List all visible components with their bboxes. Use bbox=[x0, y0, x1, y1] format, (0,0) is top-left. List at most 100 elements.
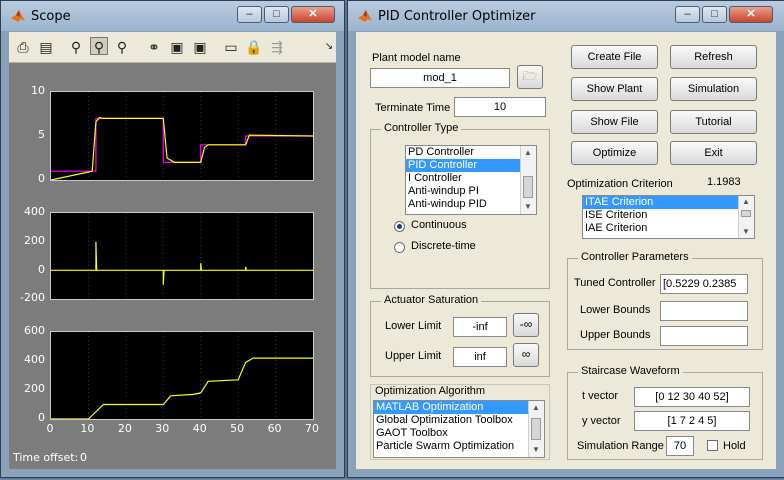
restore-axes-icon[interactable]: ▣ bbox=[191, 38, 209, 56]
upper-limit-inf-button[interactable]: ∞ bbox=[513, 343, 539, 367]
scroll-up-icon[interactable]: ▲ bbox=[531, 403, 541, 413]
lower-limit-input[interactable]: -inf bbox=[453, 317, 507, 337]
simulation-button[interactable]: Simulation bbox=[670, 77, 757, 101]
show-file-button[interactable]: Show File bbox=[571, 110, 658, 134]
x-tick: 30 bbox=[155, 422, 170, 435]
controller-type-list[interactable]: PD Controller PID Controller I Controlle… bbox=[405, 145, 537, 215]
scope-axes-2[interactable] bbox=[50, 212, 314, 300]
scroll-up-icon[interactable]: ▲ bbox=[523, 148, 533, 158]
maximize-button[interactable]: □ bbox=[264, 6, 289, 23]
menu-arrow-icon[interactable]: ↘ bbox=[320, 38, 338, 56]
scroll-down-icon[interactable]: ▼ bbox=[531, 445, 541, 455]
plant-model-input[interactable]: mod_1 bbox=[370, 68, 510, 88]
x-tick: 60 bbox=[267, 422, 282, 435]
continuous-label: Continuous bbox=[411, 219, 467, 231]
y-tick: 5 bbox=[38, 128, 45, 141]
series-line-0 bbox=[51, 241, 313, 285]
pid-titlebar[interactable]: PID Controller Optimizer – □ ✕ bbox=[348, 1, 784, 31]
list-item[interactable]: Anti-windup PI bbox=[406, 185, 536, 198]
refresh-button[interactable]: Refresh bbox=[670, 45, 757, 69]
terminate-time-input[interactable]: 10 bbox=[454, 97, 546, 117]
create-file-button[interactable]: Create File bbox=[571, 45, 658, 69]
upper-bounds-input[interactable] bbox=[660, 326, 748, 346]
y-tick: 0 bbox=[38, 172, 45, 185]
hold-checkbox[interactable] bbox=[707, 440, 718, 451]
tutorial-button[interactable]: Tutorial bbox=[670, 110, 757, 134]
list-item[interactable]: IAE Criterion bbox=[583, 222, 754, 235]
scroll-down-icon[interactable]: ▼ bbox=[741, 227, 751, 237]
x-tick: 50 bbox=[230, 422, 245, 435]
close-button[interactable]: ✕ bbox=[729, 6, 773, 23]
scrollbar[interactable]: ▲ ▼ bbox=[528, 401, 544, 457]
x-tick: 10 bbox=[80, 422, 95, 435]
list-item[interactable]: Global Optimization Toolbox bbox=[374, 414, 544, 427]
scroll-down-icon[interactable]: ▼ bbox=[523, 202, 533, 212]
show-plant-button[interactable]: Show Plant bbox=[571, 77, 658, 101]
exit-button[interactable]: Exit bbox=[670, 141, 757, 165]
save-axes-icon[interactable]: ▣ bbox=[168, 38, 186, 56]
series-line-0 bbox=[51, 117, 313, 172]
close-button[interactable]: ✕ bbox=[291, 6, 335, 23]
y-vector-input[interactable]: [1 7 2 4 5] bbox=[634, 411, 750, 431]
pid-title: PID Controller Optimizer bbox=[378, 9, 536, 24]
lock-icon[interactable]: 🔒 bbox=[245, 38, 263, 56]
zoom-y-icon[interactable]: ⚲ bbox=[113, 38, 131, 56]
list-item[interactable]: ITAE Criterion bbox=[583, 196, 754, 209]
scope-plot-3 bbox=[51, 332, 313, 420]
t-vector-label: t vector bbox=[582, 390, 619, 402]
scrollbar[interactable]: ▲ ▼ bbox=[738, 196, 754, 238]
binoculars-icon[interactable]: ⚭ bbox=[145, 38, 163, 56]
signal-selector-icon[interactable]: ⇶ bbox=[268, 38, 286, 56]
matlab-logo-icon bbox=[11, 10, 25, 22]
floating-scope-icon[interactable]: ▭ bbox=[222, 38, 240, 56]
algorithm-title: Optimization Algorithm bbox=[375, 385, 486, 397]
x-tick: 40 bbox=[192, 422, 207, 435]
criterion-list[interactable]: ITAE Criterion ISE Criterion IAE Criteri… bbox=[582, 195, 755, 239]
scroll-up-icon[interactable]: ▲ bbox=[741, 197, 751, 207]
scroll-thumb[interactable] bbox=[531, 418, 541, 440]
list-item[interactable]: I Controller bbox=[406, 172, 536, 185]
maximize-button[interactable]: □ bbox=[702, 6, 727, 23]
open-folder-button[interactable]: 🗁 bbox=[517, 65, 543, 89]
list-item[interactable]: PID Controller bbox=[406, 159, 536, 172]
discrete-radio[interactable] bbox=[394, 242, 405, 253]
scroll-thumb[interactable] bbox=[741, 210, 751, 217]
simulation-range-label: Simulation Range bbox=[577, 440, 664, 452]
list-item[interactable]: ISE Criterion bbox=[583, 209, 754, 222]
scope-axes-1[interactable] bbox=[50, 91, 314, 181]
pid-client: Plant model name mod_1 🗁 Terminate Time … bbox=[356, 32, 776, 469]
parameters-icon[interactable]: ▤ bbox=[37, 38, 55, 56]
zoom-icon[interactable]: ⚲ bbox=[67, 38, 85, 56]
scope-axes-3[interactable] bbox=[50, 331, 314, 420]
y-tick: 400 bbox=[24, 353, 45, 366]
discrete-label: Discrete-time bbox=[411, 240, 476, 252]
criterion-value: 1.1983 bbox=[707, 176, 741, 188]
list-item[interactable]: PD Controller bbox=[406, 146, 536, 159]
actuator-saturation-title: Actuator Saturation bbox=[381, 294, 482, 306]
y-tick: 600 bbox=[24, 324, 45, 337]
simulation-range-input[interactable]: 70 bbox=[666, 436, 694, 456]
list-item[interactable]: Anti-windup PID bbox=[406, 198, 536, 211]
print-icon[interactable]: ⎙ bbox=[14, 38, 32, 56]
list-item[interactable]: MATLAB Optimization bbox=[374, 401, 544, 414]
list-item[interactable]: GAOT Toolbox bbox=[374, 427, 544, 440]
scope-window: Scope – □ ✕ ⎙ ▤ ⚲ ⚲ ⚲ ⚭ ▣ ▣ ▭ 🔒 ⇶ ↘ 10 5… bbox=[0, 0, 345, 478]
zoom-x-icon[interactable]: ⚲ bbox=[90, 37, 108, 55]
minimize-button[interactable]: – bbox=[675, 6, 700, 23]
scrollbar[interactable]: ▲ ▼ bbox=[520, 146, 536, 214]
tuned-controller-input[interactable]: [0.5229 0.2385 bbox=[660, 274, 748, 294]
algorithm-list[interactable]: MATLAB Optimization Global Optimization … bbox=[373, 400, 545, 458]
t-vector-input[interactable]: [0 12 30 40 52] bbox=[634, 387, 750, 407]
tuned-controller-label: Tuned Controller bbox=[574, 277, 656, 289]
scroll-thumb[interactable] bbox=[523, 176, 533, 198]
lower-bounds-input[interactable] bbox=[660, 301, 748, 321]
list-item[interactable]: Particle Swarm Optimization bbox=[374, 440, 544, 453]
folder-icon: 🗁 bbox=[522, 69, 538, 83]
scope-titlebar[interactable]: Scope – □ ✕ bbox=[1, 1, 344, 31]
upper-limit-input[interactable]: inf bbox=[453, 347, 507, 367]
lower-limit-inf-button[interactable]: -∞ bbox=[513, 313, 539, 337]
staircase-title: Staircase Waveform bbox=[578, 365, 683, 377]
minimize-button[interactable]: – bbox=[237, 6, 262, 23]
continuous-radio[interactable] bbox=[394, 221, 405, 232]
optimize-button[interactable]: Optimize bbox=[571, 141, 658, 165]
